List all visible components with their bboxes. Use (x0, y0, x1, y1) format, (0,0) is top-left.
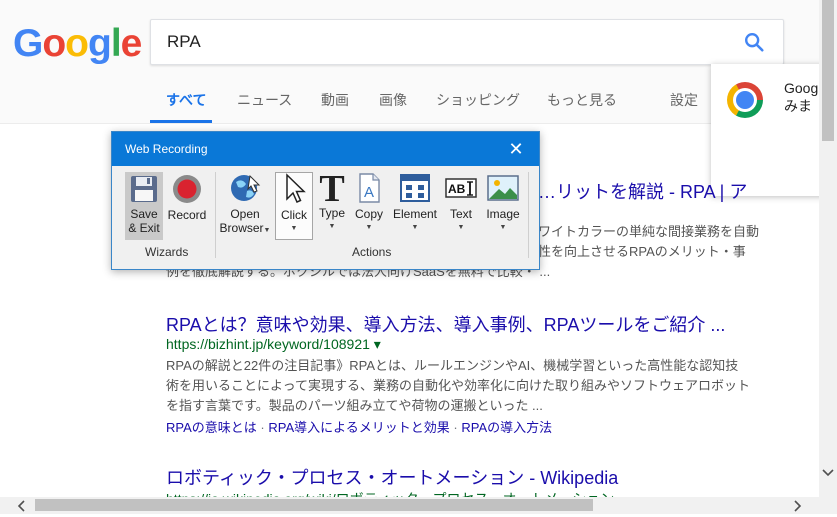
wizards-group-label: Wizards (145, 245, 189, 259)
sitelink-separator: · (260, 420, 265, 435)
sitelink-separator: · (453, 420, 458, 435)
copy-icon: A (359, 173, 380, 203)
sitelink[interactable]: RPAの意味とは (166, 420, 257, 435)
tab-images[interactable]: 画像 (379, 90, 407, 110)
sitelink[interactable]: RPA導入によるメリットと効果 (268, 420, 449, 435)
horizontal-scroll-thumb[interactable] (35, 499, 593, 511)
chevron-down-icon[interactable]: ▼ (351, 221, 387, 235)
search-icon[interactable] (743, 31, 765, 53)
chevron-down-icon[interactable]: ▼ (391, 221, 439, 235)
result-url[interactable]: https://ja.wikipedia.org/wiki/ロボティック・プロセ… (166, 489, 614, 497)
chevron-down-icon[interactable]: ▼ (443, 221, 479, 235)
result-snippet-line: を指す言葉です。製品のパーツ組み立てや荷物の運搬といった ... (166, 398, 543, 413)
element-icon (400, 174, 430, 202)
image-icon (487, 175, 519, 201)
result-snippet-line: 術を用いることによって実現する、業務の自動化や効率化に向けた取り組みやソフトウェ… (166, 378, 750, 393)
result-title[interactable]: ロボティック・プロセス・オートメーション - Wikipedia (166, 464, 618, 490)
click-button[interactable]: Click ▼ (275, 172, 313, 240)
vertical-scroll-thumb[interactable] (822, 0, 834, 141)
google-logo[interactable]: Google (13, 22, 142, 66)
element-button[interactable]: Element ▼ (391, 172, 439, 238)
tab-news[interactable]: ニュース (237, 90, 292, 110)
cursor-icon (286, 173, 306, 203)
type-button[interactable]: T Type ▼ (315, 168, 349, 238)
tab-all[interactable]: すべて (166, 90, 206, 110)
chevron-down-icon[interactable]: ▼ (315, 220, 349, 234)
text-icon: AB (445, 178, 477, 198)
result-sitelinks: RPAの意味とは · RPA導入によるメリットと効果 · RPAの導入方法 (166, 417, 552, 436)
svg-text:AB: AB (448, 182, 466, 196)
result-url[interactable]: https://bizhint.jp/keyword/108921 ▾ (166, 336, 381, 353)
dialog-titlebar[interactable]: Web Recording ✕ (112, 132, 539, 166)
tab-shopping[interactable]: ショッピング (436, 90, 520, 110)
image-button[interactable]: Image ▼ (483, 172, 523, 238)
record-icon (173, 175, 201, 203)
dialog-title: Web Recording (125, 142, 208, 156)
copy-button[interactable]: A Copy ▼ (351, 172, 387, 238)
chrome-icon (727, 82, 763, 118)
chevron-down-icon[interactable] (822, 466, 834, 481)
active-tab-indicator (150, 120, 212, 123)
text-button[interactable]: AB Text ▼ (443, 172, 479, 238)
result-title[interactable]: RPAとは？意味や効果、導入方法、導入事例、RPAツールをご紹介 ... (166, 311, 725, 337)
svg-text:A: A (364, 184, 374, 201)
chevron-down-icon[interactable]: ▾ (374, 336, 381, 352)
tab-more[interactable]: もっと見る (547, 90, 617, 110)
record-button[interactable]: Record (167, 172, 207, 224)
group-divider (528, 172, 529, 258)
chevron-down-icon[interactable]: ▼ (483, 221, 523, 235)
search-input[interactable]: RPA (167, 32, 201, 52)
save-exit-button[interactable]: Save & Exit (125, 172, 163, 240)
result-snippet-line: ワイトカラーの単純な間接業務を自動 (538, 224, 760, 239)
chevron-down-icon[interactable]: ▼ (276, 222, 312, 236)
floppy-icon (131, 176, 157, 202)
actions-group-label: Actions (352, 245, 392, 259)
chevron-left-icon[interactable] (16, 499, 26, 517)
tab-settings[interactable]: 設定 (670, 90, 698, 110)
close-icon[interactable]: ✕ (505, 138, 527, 160)
group-divider (215, 172, 216, 258)
open-browser-button[interactable]: Open Browser▼ (219, 172, 271, 238)
sitelink[interactable]: RPAの導入方法 (461, 420, 552, 435)
chevron-right-icon[interactable] (793, 499, 803, 517)
result-title[interactable]: …リットを解説 - RPA | ア (538, 178, 747, 204)
chevron-down-icon[interactable]: ▼ (264, 227, 271, 234)
result-snippet-line: RPAの解説と22件の注目記事》RPAとは、ルールエンジンやAI、機械学習といっ… (166, 358, 739, 373)
web-recording-dialog: Web Recording ✕ Save & Exit Record Wizar… (111, 131, 540, 270)
tab-videos[interactable]: 動画 (321, 90, 349, 110)
result-snippet-line: 性を向上させるRPAのメリット・事 (538, 244, 746, 259)
type-icon: T (319, 168, 345, 210)
globe-icon (231, 174, 261, 201)
search-box[interactable]: RPA (150, 19, 784, 65)
